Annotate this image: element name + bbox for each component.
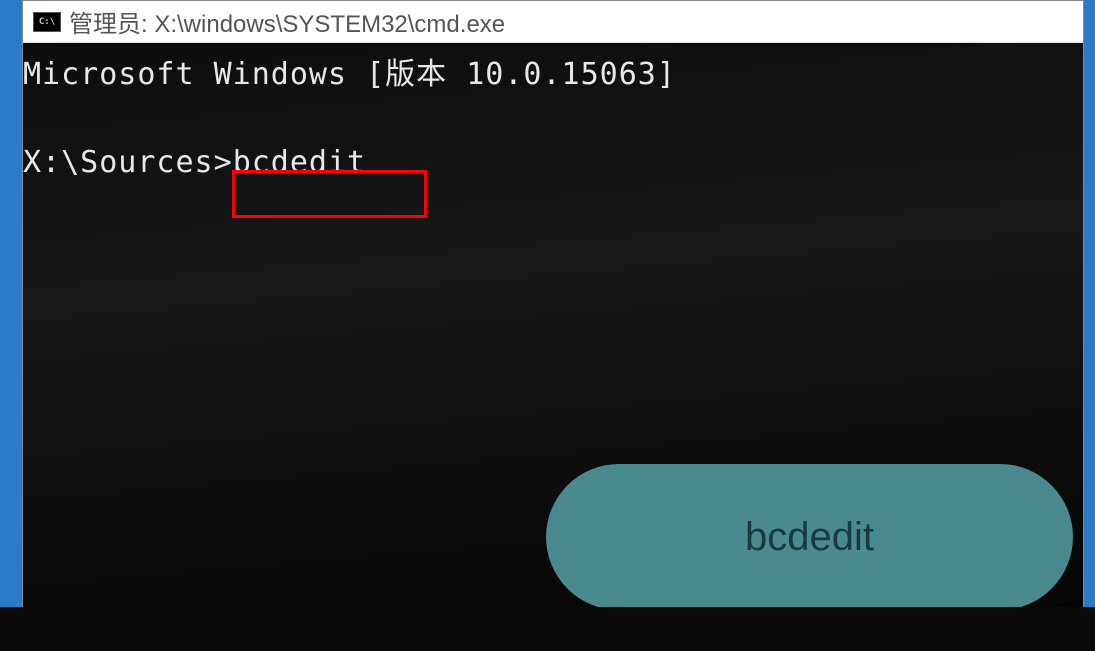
cmd-icon: C:\: [33, 12, 61, 32]
console-area[interactable]: Microsoft Windows [版本 10.0.15063] X:\Sou…: [23, 43, 1083, 608]
prompt-text: X:\Sources>: [23, 145, 233, 180]
annotation-pill-label: bcdedit: [745, 515, 874, 560]
command-text: bcdedit: [233, 145, 366, 180]
version-text: Microsoft Windows [版本 10.0.15063]: [23, 53, 1083, 97]
prompt-line: X:\Sources>bcdedit: [23, 141, 1083, 185]
annotation-pill[interactable]: bcdedit: [546, 464, 1073, 608]
titlebar[interactable]: C:\ 管理员: X:\windows\SYSTEM32\cmd.exe: [23, 1, 1083, 43]
cmd-window: C:\ 管理员: X:\windows\SYSTEM32\cmd.exe Mic…: [22, 0, 1084, 651]
window-title: 管理员: X:\windows\SYSTEM32\cmd.exe: [69, 4, 505, 39]
bottom-bar: [0, 607, 1095, 651]
cmd-icon-label: C:\: [39, 17, 55, 27]
